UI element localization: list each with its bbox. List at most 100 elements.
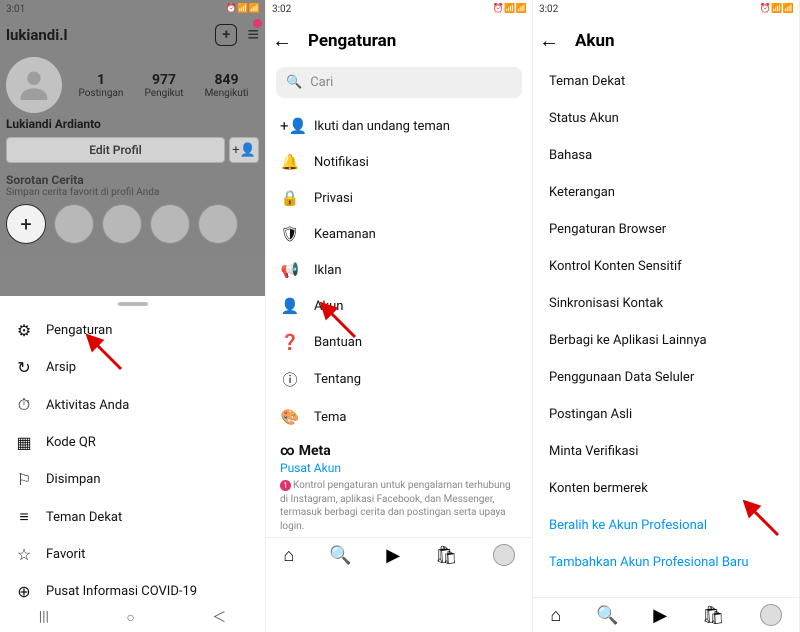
palette-icon: 🎨 [280, 408, 300, 426]
invite-icon: +👤 [280, 117, 300, 135]
display-name: Lukiandi Ardianto [0, 115, 265, 137]
meta-brand: ∞Meta [280, 443, 518, 459]
nav-home-icon[interactable]: ⌂ [283, 545, 294, 566]
following-stat[interactable]: 849Mengikuti [205, 72, 249, 99]
clock: 3:01 [6, 4, 25, 15]
menu-item-archive[interactable]: ↻Arsip [0, 349, 265, 386]
switch-professional-link[interactable]: Beralih ke Akun Profesional [533, 507, 799, 544]
bell-icon: 🔔 [280, 153, 300, 171]
menu-item-activity[interactable]: ⏱Aktivitas Anda [0, 386, 265, 424]
sheet-drag-handle[interactable] [118, 302, 148, 306]
nav-search-icon[interactable]: 🔍 [596, 605, 618, 626]
megaphone-icon: 📢 [280, 261, 300, 279]
star-icon: ☆ [14, 545, 34, 564]
meta-description: 1Kontrol pengaturan untuk pengalaman ter… [280, 479, 518, 533]
highlight-placeholder [102, 204, 142, 244]
account-item[interactable]: Pengaturan Browser [533, 211, 799, 248]
search-icon: 🔍 [286, 75, 302, 90]
info-icon: ⓘ [280, 369, 300, 390]
settings-item-help[interactable]: ❓Bantuan [266, 324, 532, 360]
home-button[interactable]: ○ [126, 609, 134, 626]
account-item[interactable]: Sinkronisasi Kontak [533, 285, 799, 322]
menu-item-saved[interactable]: ⚐Disimpan [0, 461, 265, 498]
followers-stat[interactable]: 977Pengikut [145, 72, 184, 99]
clock: 3:02 [539, 4, 558, 15]
nav-home-icon[interactable]: ⌂ [550, 605, 561, 626]
account-settings-screen: 3:02 ⏰ 📶 📶 ← Akun Teman Dekat Status Aku… [533, 0, 800, 632]
archive-icon: ↻ [14, 358, 34, 377]
status-bar: 3:02 ⏰ 📶 📶 [533, 0, 799, 18]
settings-item-privacy[interactable]: 🔒Privasi [266, 180, 532, 216]
edit-profile-button[interactable]: Edit Profil [6, 137, 225, 163]
activity-icon: ⏱ [14, 395, 34, 415]
profile-header: lukiandi.l + ≡ [0, 18, 265, 51]
discover-people-button[interactable]: +👤 [229, 137, 259, 163]
search-input[interactable]: 🔍 Cari [276, 67, 522, 98]
menu-item-qr[interactable]: ▦Kode QR [0, 424, 265, 461]
account-item[interactable]: Konten bermerek [533, 470, 799, 507]
nav-profile-avatar[interactable] [493, 544, 515, 566]
add-professional-link[interactable]: Tambahkan Akun Profesional Baru [533, 544, 799, 581]
highlight-placeholder [150, 204, 190, 244]
add-post-button[interactable]: + [215, 24, 237, 46]
menu-item-favorite[interactable]: ☆Favorit [0, 536, 265, 573]
status-bar: 3:01 ⏰ 📶 📶 [0, 0, 265, 18]
hamburger-menu-button[interactable]: ≡ [247, 22, 259, 47]
accounts-center-link[interactable]: Pusat Akun [280, 459, 518, 479]
status-icons: ⏰ 📶 📶 [760, 4, 793, 14]
nav-reels-icon[interactable]: ▶ [386, 545, 400, 566]
account-icon: 👤 [280, 297, 300, 315]
settings-item-account[interactable]: 👤Akun [266, 288, 532, 324]
gear-icon: ⚙ [14, 321, 34, 340]
page-title: Pengaturan [308, 31, 396, 51]
qr-icon: ▦ [14, 433, 34, 452]
notification-dot [253, 19, 262, 28]
back-button[interactable]: ＜ [212, 607, 226, 627]
settings-item-about[interactable]: ⓘTentang [266, 360, 532, 399]
account-item[interactable]: Status Akun [533, 100, 799, 137]
posts-stat[interactable]: 1Postingan [79, 72, 124, 99]
highlight-add-button[interactable]: + [6, 204, 46, 244]
saved-icon: ⚐ [14, 470, 34, 489]
profile-avatar[interactable] [6, 57, 62, 113]
highlight-placeholder [198, 204, 238, 244]
account-item[interactable]: Minta Verifikasi [533, 433, 799, 470]
settings-item-theme[interactable]: 🎨Tema [266, 399, 532, 435]
account-item[interactable]: Berbagi ke Aplikasi Lainnya [533, 322, 799, 359]
settings-item-ads[interactable]: 📢Iklan [266, 252, 532, 288]
meta-logo-icon: ∞ [280, 443, 295, 459]
back-button[interactable]: ← [272, 28, 292, 53]
highlights-title: Sorotan Cerita [0, 169, 265, 187]
covid-icon: ⊕ [14, 582, 34, 601]
account-item[interactable]: Kontrol Konten Sensitif [533, 248, 799, 285]
clock: 3:02 [272, 4, 291, 15]
back-button[interactable]: ← [539, 28, 559, 53]
system-nav-bar: ||| ○ ＜ [0, 602, 265, 632]
app-bottom-nav: ⌂ 🔍 ▶ 🛍 [533, 597, 799, 632]
step-badge: 1 [280, 480, 291, 491]
status-bar: 3:02 ⏰ 📶 📶 [266, 0, 532, 18]
nav-shop-icon[interactable]: 🛍 [702, 605, 725, 626]
shield-icon: 🛡 [280, 225, 300, 243]
nav-search-icon[interactable]: 🔍 [329, 545, 351, 566]
settings-item-invite[interactable]: +👤Ikuti dan undang teman [266, 108, 532, 144]
account-item[interactable]: Postingan Asli [533, 396, 799, 433]
nav-shop-icon[interactable]: 🛍 [435, 545, 458, 566]
menu-item-settings[interactable]: ⚙Pengaturan [0, 312, 265, 349]
account-item[interactable]: Penggunaan Data Seluler [533, 359, 799, 396]
recent-apps-button[interactable]: ||| [39, 609, 49, 625]
account-item[interactable]: Teman Dekat [533, 63, 799, 100]
account-item[interactable]: Bahasa [533, 137, 799, 174]
settings-item-security[interactable]: 🛡Keamanan [266, 216, 532, 252]
bottom-sheet-menu: ⚙Pengaturan ↻Arsip ⏱Aktivitas Anda ▦Kode… [0, 312, 265, 610]
username[interactable]: lukiandi.l [6, 26, 215, 44]
page-title: Akun [575, 31, 615, 51]
list-icon: ≡ [14, 507, 34, 527]
status-icons: ⏰ 📶 📶 [226, 4, 259, 14]
nav-profile-avatar[interactable] [760, 604, 782, 626]
nav-reels-icon[interactable]: ▶ [653, 605, 667, 626]
menu-item-close-friends[interactable]: ≡Teman Dekat [0, 498, 265, 536]
account-item[interactable]: Keterangan [533, 174, 799, 211]
help-icon: ❓ [280, 333, 300, 351]
settings-item-notifications[interactable]: 🔔Notifikasi [266, 144, 532, 180]
